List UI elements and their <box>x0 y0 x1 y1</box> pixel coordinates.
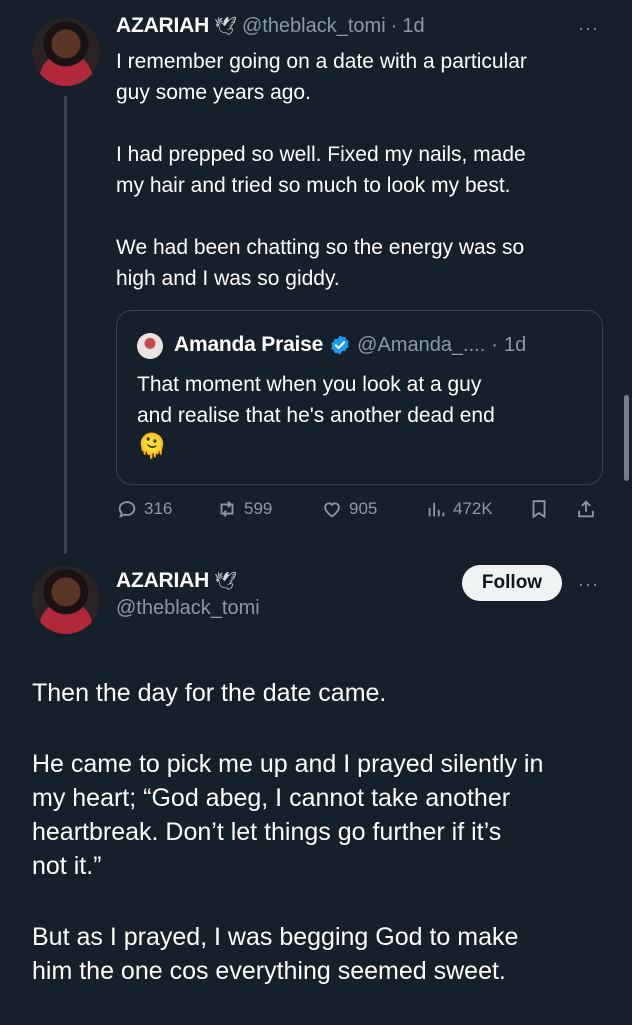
quote-line: That moment when you look at a guy <box>137 373 482 396</box>
tweet-line: I remember going on a date with a partic… <box>116 50 527 73</box>
dove-icon: 🕊 <box>214 15 237 36</box>
bookmark-icon <box>532 500 546 519</box>
tweet-header: AZARIAH 🕊 @theblack_tomi · 1d <box>116 14 425 38</box>
quote-avatar[interactable] <box>137 333 163 359</box>
verified-badge-icon <box>331 335 349 355</box>
bookmark-button[interactable] <box>528 498 550 520</box>
share-button[interactable] <box>575 498 597 520</box>
author-name[interactable]: AZARIAH <box>116 14 209 38</box>
like-button[interactable]: 905 <box>321 498 377 520</box>
quote-author-handle[interactable]: @Amanda_.... <box>357 334 485 357</box>
timestamp[interactable]: 1d <box>402 15 424 38</box>
author-block: AZARIAH 🕊 @theblack_tomi <box>116 569 260 620</box>
tweet-paragraph: But as I prayed, I was begging God to ma… <box>32 923 519 985</box>
follow-button[interactable]: Follow <box>462 565 562 601</box>
tweet-text: I remember going on a date with a partic… <box>116 46 606 294</box>
tweet-paragraph: He came to pick me up and I prayed silen… <box>32 750 544 880</box>
repost-icon <box>220 501 234 517</box>
tweet-paragraph: Then the day for the date came. <box>32 679 387 707</box>
separator-dot: · <box>491 333 498 356</box>
author-name[interactable]: AZARIAH <box>116 569 209 593</box>
avatar[interactable] <box>32 566 100 634</box>
tweet-text: Then the day for the date came. He came … <box>32 676 612 1025</box>
views-icon <box>428 502 445 517</box>
dove-icon: 🕊 <box>214 570 237 591</box>
quote-author-name[interactable]: Amanda Praise <box>174 333 323 357</box>
views-count: 472K <box>453 499 493 518</box>
melting-face-emoji: 🫠 <box>137 433 167 460</box>
author-handle[interactable]: @theblack_tomi <box>116 597 260 620</box>
more-options-icon[interactable]: ··· <box>578 574 599 595</box>
tweet-line: I had prepped so well. Fixed my nails, m… <box>116 143 526 166</box>
tweet-line: my hair and tried so much to look my bes… <box>116 174 511 197</box>
quote-timestamp[interactable]: 1d <box>504 334 526 357</box>
quote-header: Amanda Praise @Amanda_.... · 1d <box>174 333 526 357</box>
tweet-line: guy some years ago. <box>116 81 311 104</box>
share-icon <box>578 500 594 518</box>
reply-button[interactable]: 316 <box>116 498 172 520</box>
quote-text: That moment when you look at a guy and r… <box>137 369 587 462</box>
repost-button[interactable]: 599 <box>216 498 272 520</box>
thread-line <box>64 96 67 554</box>
heart-icon <box>324 502 340 518</box>
views-button[interactable]: 472K <box>425 498 493 520</box>
reply-count: 316 <box>144 499 173 518</box>
repost-count: 599 <box>244 499 273 518</box>
more-options-icon[interactable]: ··· <box>578 18 599 39</box>
tweet-line: We had been chatting so the energy was s… <box>116 236 525 259</box>
tweet-line: high and I was so giddy. <box>116 267 340 290</box>
author-handle[interactable]: @theblack_tomi <box>242 15 386 38</box>
separator-dot: · <box>390 14 398 37</box>
like-count: 905 <box>349 499 378 518</box>
avatar[interactable] <box>32 18 100 86</box>
quote-line: and realise that he's another dead end <box>137 404 495 427</box>
scrollbar[interactable] <box>624 395 629 481</box>
tweet-actions: 316 599 905 472K <box>116 496 606 526</box>
reply-icon <box>118 501 136 518</box>
